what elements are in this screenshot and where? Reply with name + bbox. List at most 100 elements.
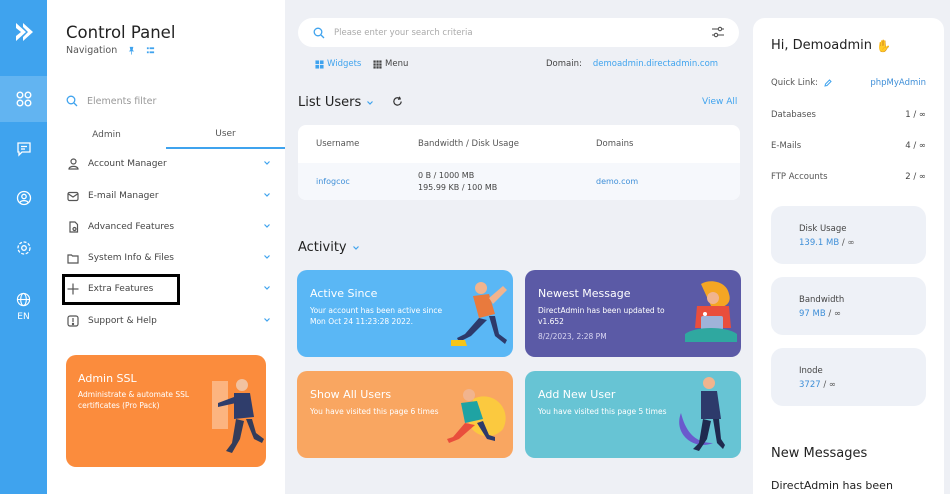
list-users-title[interactable]: List Users (298, 95, 374, 110)
menu-item-account-manager[interactable]: Account Manager (66, 153, 271, 175)
newest-message-card[interactable]: Newest Message DirectAdmin has been upda… (525, 270, 741, 357)
stat-used: 97 MB (799, 309, 826, 319)
stat-value: 139.1 MB / ∞ (799, 238, 855, 248)
edit-pencil-icon[interactable] (824, 79, 832, 87)
disk-usage-stat: Disk Usage 139.1 MB / ∞ (771, 206, 926, 264)
stat-value: 97 MB / ∞ (799, 309, 841, 319)
running-person-illustration-icon (451, 282, 507, 346)
table-header: Username Bandwidth / Disk Usage Domains (298, 125, 740, 163)
dashboard-icon[interactable] (0, 76, 47, 122)
quick-link-row: Quick Link: phpMyAdmin (771, 78, 926, 88)
mail-icon (66, 189, 80, 203)
language-label: EN (17, 312, 30, 322)
new-message-preview[interactable]: DirectAdmin has been (771, 479, 893, 492)
widgets-icon (315, 59, 324, 69)
search-icon (66, 95, 78, 107)
menu-item-support-help[interactable]: Support & Help (66, 310, 271, 332)
bandwidth-stat: Bandwidth 97 MB / ∞ (771, 277, 926, 335)
card-text: Your account has been active since Mon O… (310, 306, 443, 326)
filter-placeholder: Elements filter (87, 95, 157, 107)
emails-label: E-Mails (771, 141, 802, 151)
quick-link-label: Quick Link: (771, 78, 819, 88)
widgets-toggle[interactable]: Widgets (315, 59, 361, 69)
standing-person-illustration-icon (679, 377, 725, 451)
quick-link-value[interactable]: phpMyAdmin (870, 78, 926, 88)
menu-item-label: Account Manager (88, 159, 167, 169)
file-gear-icon (66, 220, 80, 234)
card-title: Newest Message (538, 287, 631, 300)
waving-hand-icon: ✋ (876, 38, 891, 53)
stat-label: Disk Usage (799, 224, 847, 234)
menu-label: Menu (385, 59, 409, 69)
filter-settings-icon[interactable] (711, 25, 725, 39)
settings-gear-icon[interactable] (0, 225, 47, 271)
user-icon (66, 157, 80, 171)
pin-icon[interactable] (127, 46, 136, 55)
list-users-title-text: List Users (298, 95, 362, 110)
menu-item-advanced-features[interactable]: Advanced Features (66, 216, 271, 238)
activity-title-text: Activity (298, 240, 347, 255)
left-rail: EN (0, 0, 47, 494)
chevron-down-icon (264, 255, 270, 259)
list-view-icon[interactable] (146, 46, 155, 55)
role-tabs: Admin User (47, 121, 285, 149)
chevron-down-icon (352, 245, 359, 250)
active-since-card[interactable]: Active Since Your account has been activ… (297, 270, 513, 357)
chevron-down-icon (264, 318, 270, 322)
column-bandwidth: Bandwidth / Disk Usage (418, 139, 519, 149)
highlight-box (62, 274, 180, 305)
username-link[interactable]: infogcoc (316, 163, 350, 200)
panel-subtitle: Navigation (66, 45, 155, 56)
messages-icon[interactable] (0, 126, 47, 172)
chevron-down-icon (264, 286, 270, 290)
inode-stat: Inode 3727 / ∞ (771, 348, 926, 406)
emails-row: E-Mails 4 / ∞ (771, 141, 926, 151)
menu-item-label: System Info & Files (88, 253, 174, 263)
elements-filter[interactable]: Elements filter (66, 95, 156, 107)
card-text: DirectAdmin has been updated to v1.652 (538, 306, 665, 326)
directadmin-logo[interactable] (0, 0, 47, 64)
ftp-accounts-value: 2 / ∞ (905, 172, 926, 182)
show-all-users-card[interactable]: Show All Users You have visited this pag… (297, 371, 513, 458)
tab-user[interactable]: User (166, 121, 285, 149)
menu-item-email-manager[interactable]: E-mail Manager (66, 185, 271, 207)
card-title: Show All Users (310, 388, 392, 401)
databases-value: 1 / ∞ (905, 110, 926, 120)
tab-admin[interactable]: Admin (47, 121, 166, 149)
refresh-icon[interactable] (392, 96, 403, 107)
view-all-link[interactable]: View All (702, 97, 737, 107)
navigation-label: Navigation (66, 45, 118, 56)
users-table: Username Bandwidth / Disk Usage Domains … (298, 125, 740, 200)
table-row: infogcoc 0 B / 1000 MB 195.99 KB / 100 M… (298, 163, 740, 200)
stat-value: 3727 / ∞ (799, 380, 836, 390)
menu-toggle[interactable]: Menu (373, 59, 408, 69)
domain-link[interactable]: demo.com (596, 163, 638, 200)
emails-value: 4 / ∞ (905, 141, 926, 151)
search-bar[interactable]: Please enter your search criteria (298, 18, 739, 47)
stat-label: Bandwidth (799, 295, 845, 305)
menu-grid-icon (373, 59, 382, 69)
menu-item-label: E-mail Manager (88, 191, 159, 201)
search-input[interactable]: Please enter your search criteria (334, 28, 473, 38)
domain-selector[interactable]: Domain: demoadmin.directadmin.com (546, 59, 718, 69)
admin-ssl-promo-card[interactable]: Admin SSL Administrate & automate SSL ce… (66, 355, 266, 467)
chevron-down-icon (264, 224, 270, 228)
bandwidth-cell: 0 B / 1000 MB 195.99 KB / 100 MB (418, 163, 497, 200)
domain-label: Domain: (546, 59, 582, 69)
promo-description: Administrate & automate SSL certificates… (78, 390, 190, 410)
card-title: Add New User (538, 388, 616, 401)
stat-limit: / ∞ (825, 309, 842, 319)
ftp-accounts-label: FTP Accounts (771, 172, 828, 182)
domain-value[interactable]: demoadmin.directadmin.com (593, 59, 718, 69)
stat-used: 139.1 MB (799, 238, 840, 248)
user-profile-icon[interactable] (0, 175, 47, 221)
column-username: Username (316, 139, 360, 149)
menu-item-system-info-files[interactable]: System Info & Files (66, 247, 271, 269)
globe-icon (16, 292, 31, 307)
add-new-user-card[interactable]: Add New User You have visited this page … (525, 371, 741, 458)
stat-limit: / ∞ (839, 238, 855, 248)
activity-title[interactable]: Activity (298, 240, 360, 255)
language-selector[interactable]: EN (0, 284, 47, 330)
stat-limit: / ∞ (820, 380, 836, 390)
menu-item-label: Advanced Features (88, 222, 175, 232)
